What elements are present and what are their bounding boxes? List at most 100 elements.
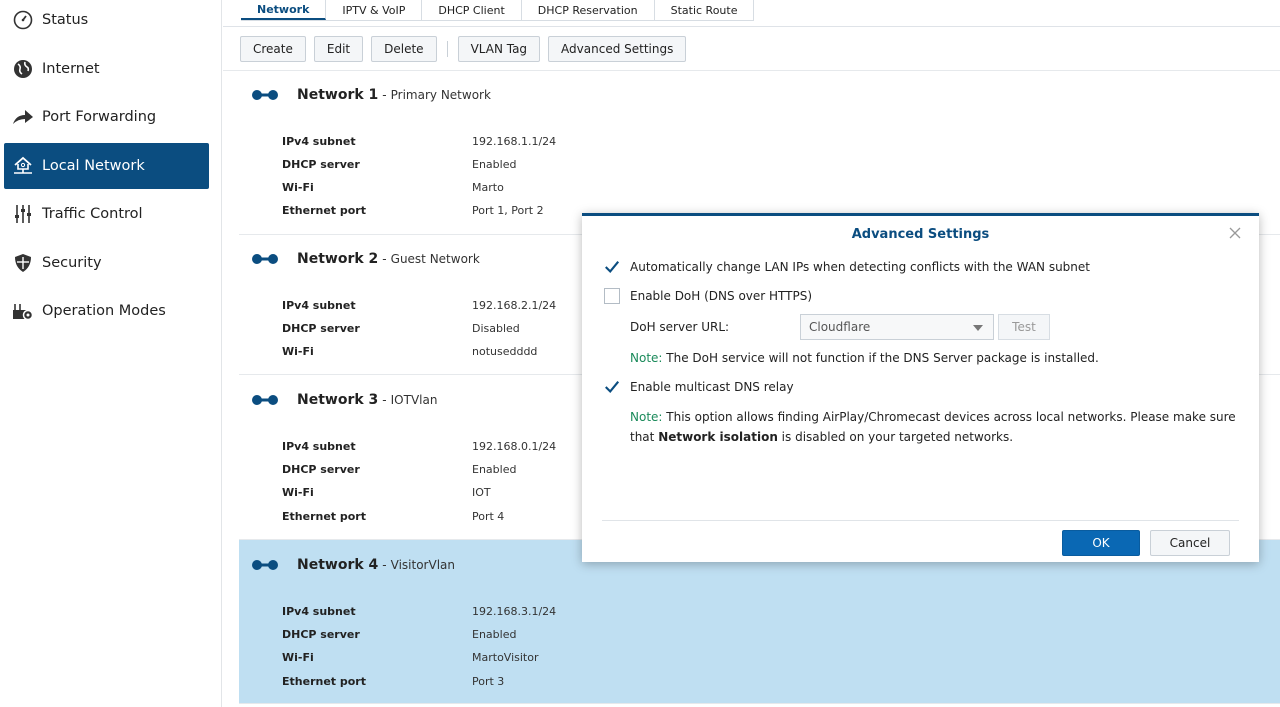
- sidebar-item-label: Internet: [42, 61, 100, 77]
- mdns-note-line1: This option allows finding AirPlay/Chrom…: [662, 410, 1236, 424]
- network-name: Network 3: [297, 392, 379, 408]
- globe-icon: [12, 58, 34, 80]
- sidebar-item-operation-modes[interactable]: Operation Modes: [4, 288, 209, 334]
- network-link-icon: [252, 90, 278, 100]
- network-name: Network 4: [297, 557, 379, 573]
- ipv4-label: IPv4 subnet: [282, 605, 356, 618]
- home-network-icon: [12, 155, 34, 177]
- dhcp-value: Enabled: [472, 628, 517, 641]
- sidebar-item-label: Status: [42, 12, 89, 28]
- wifi-value: Marto: [472, 181, 504, 194]
- divider: [223, 26, 1280, 27]
- delete-button[interactable]: Delete: [371, 36, 437, 62]
- tab-network[interactable]: Network: [241, 0, 327, 20]
- tab-bar: Network IPTV & VoIP DHCP Client DHCP Res…: [241, 0, 755, 21]
- network-card-1[interactable]: Network 1 - Primary Network IPv4 subnet …: [239, 71, 1280, 235]
- create-button[interactable]: Create: [240, 36, 306, 62]
- ethernet-label: Ethernet port: [282, 204, 366, 217]
- ipv4-value: 192.168.0.1/24: [472, 440, 557, 453]
- ipv4-value: 192.168.3.1/24: [472, 605, 557, 618]
- ipv4-value: 192.168.2.1/24: [472, 299, 557, 312]
- tab-dhcp-client[interactable]: DHCP Client: [422, 0, 522, 20]
- mdns-note: Note: This option allows finding AirPlay…: [630, 407, 1236, 447]
- vlan-tag-button[interactable]: VLAN Tag: [457, 36, 541, 62]
- mdns-row: Enable multicast DNS relay: [604, 379, 794, 395]
- tab-dhcp-reservation[interactable]: DHCP Reservation: [522, 0, 655, 20]
- ok-button[interactable]: OK: [1062, 530, 1140, 556]
- chevron-down-icon: [973, 325, 983, 331]
- dhcp-value: Enabled: [472, 158, 517, 171]
- network-description: IOTVlan: [390, 393, 438, 407]
- checkmark-icon: [605, 380, 620, 394]
- ethernet-label: Ethernet port: [282, 675, 366, 688]
- test-button[interactable]: Test: [998, 314, 1050, 340]
- wifi-value: IOT: [472, 486, 491, 499]
- ethernet-value: Port 1, Port 2: [472, 204, 544, 217]
- network-header: Network 2 - Guest Network: [251, 249, 480, 269]
- network-link-icon: [252, 560, 278, 570]
- close-icon[interactable]: [1227, 225, 1243, 241]
- sidebar-item-traffic-control[interactable]: Traffic Control: [4, 191, 209, 237]
- tab-static-route[interactable]: Static Route: [655, 0, 755, 20]
- mdns-note-line2b: is disabled on your targeted networks.: [777, 430, 1014, 444]
- ethernet-value: Port 3: [472, 675, 505, 688]
- doh-note-text: The DoH service will not function if the…: [662, 351, 1099, 365]
- wifi-label: Wi-Fi: [282, 486, 314, 499]
- dhcp-label: DHCP server: [282, 158, 360, 171]
- ethernet-value: Port 4: [472, 510, 505, 523]
- mdns-checkbox[interactable]: [604, 379, 620, 395]
- divider: [602, 520, 1239, 521]
- network-name: Network 2: [297, 251, 379, 267]
- network-separator: -: [382, 558, 387, 572]
- network-link-icon: [252, 395, 278, 405]
- dhcp-value: Disabled: [472, 322, 520, 335]
- tab-iptv-voip[interactable]: IPTV & VoIP: [326, 0, 423, 20]
- sidebar-item-label: Local Network: [42, 158, 145, 174]
- network-separator: -: [382, 252, 387, 266]
- advanced-settings-dialog: Advanced Settings Automatically change L…: [582, 213, 1259, 562]
- sliders-icon: [12, 203, 34, 225]
- sidebar-item-internet[interactable]: Internet: [4, 46, 209, 92]
- dhcp-value: Enabled: [472, 463, 517, 476]
- wifi-value: MartoVisitor: [472, 651, 539, 664]
- doh-checkbox[interactable]: [604, 288, 620, 304]
- toolbar: Create Edit Delete VLAN Tag Advanced Set…: [240, 36, 687, 62]
- wifi-value: notusedddd: [472, 345, 538, 358]
- network-isolation-text: Network isolation: [658, 430, 778, 444]
- auto-lan-checkbox[interactable]: [604, 259, 620, 275]
- wifi-label: Wi-Fi: [282, 345, 314, 358]
- edit-button[interactable]: Edit: [313, 36, 364, 62]
- auto-lan-row: Automatically change LAN IPs when detect…: [604, 259, 1090, 275]
- sidebar: Status Internet Port Forwarding Local Ne…: [0, 0, 222, 707]
- network-header: Network 1 - Primary Network: [251, 85, 491, 105]
- wifi-label: Wi-Fi: [282, 651, 314, 664]
- advanced-settings-button[interactable]: Advanced Settings: [548, 36, 687, 62]
- ipv4-label: IPv4 subnet: [282, 299, 356, 312]
- network-separator: -: [382, 88, 387, 102]
- network-description: Primary Network: [390, 88, 491, 102]
- wifi-label: Wi-Fi: [282, 181, 314, 194]
- sidebar-item-local-network[interactable]: Local Network: [4, 143, 209, 189]
- dhcp-label: DHCP server: [282, 628, 360, 641]
- dhcp-label: DHCP server: [282, 463, 360, 476]
- cancel-button[interactable]: Cancel: [1150, 530, 1230, 556]
- shield-icon: [12, 252, 34, 274]
- mdns-note-line2a: that: [630, 430, 659, 444]
- note-label: Note:: [630, 351, 663, 365]
- network-description: Guest Network: [390, 252, 480, 266]
- network-header: Network 3 - IOTVlan: [251, 390, 437, 410]
- network-card-4[interactable]: Network 4 - VisitorVlan IPv4 subnet 192.…: [239, 540, 1280, 704]
- auto-lan-label: Automatically change LAN IPs when detect…: [630, 260, 1090, 274]
- toolbar-separator: [446, 41, 448, 57]
- doh-label: Enable DoH (DNS over HTTPS): [630, 289, 813, 303]
- status-gauge-icon: [12, 9, 34, 31]
- forward-arrow-icon: [12, 106, 34, 128]
- ipv4-value: 192.168.1.1/24: [472, 135, 557, 148]
- sidebar-item-security[interactable]: Security: [4, 240, 209, 286]
- sidebar-item-status[interactable]: Status: [4, 0, 209, 43]
- ethernet-label: Ethernet port: [282, 510, 366, 523]
- network-name: Network 1: [297, 87, 379, 103]
- doh-url-select[interactable]: Cloudflare: [800, 314, 994, 340]
- network-header: Network 4 - VisitorVlan: [251, 555, 455, 575]
- sidebar-item-port-forwarding[interactable]: Port Forwarding: [4, 94, 209, 140]
